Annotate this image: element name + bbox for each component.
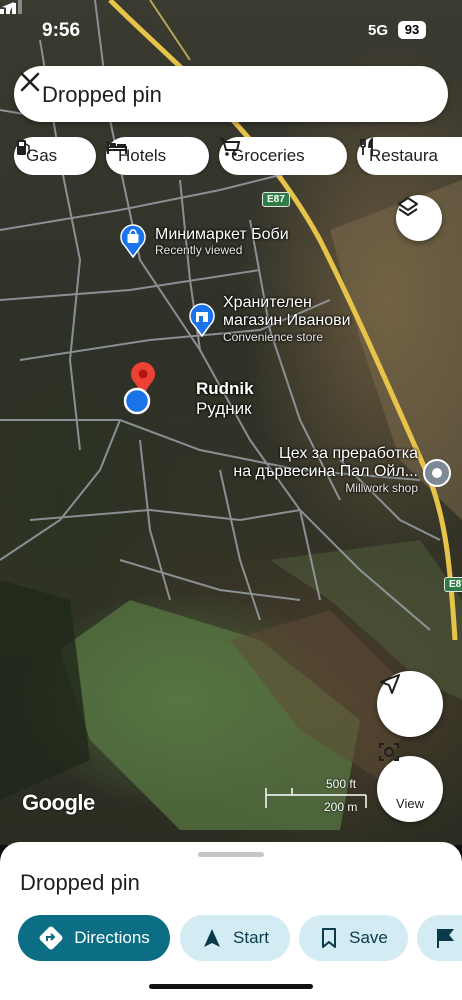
my-location-icon [123, 387, 151, 415]
town-label: Rudnik Рудник [196, 379, 254, 418]
cart-icon [220, 138, 241, 156]
road-shield: E87 [262, 192, 290, 207]
start-label: Start [233, 928, 269, 947]
road-shield: E87 [444, 577, 462, 592]
network-type: 5G [368, 22, 389, 39]
search-text[interactable]: Dropped pin [42, 82, 162, 108]
sheet-drag-handle[interactable] [198, 852, 264, 857]
save-button[interactable]: Save [299, 915, 408, 961]
chip-groceries[interactable]: Groceries [219, 137, 347, 175]
shopping-bag-icon[interactable] [119, 224, 147, 258]
directions-button[interactable]: Directions [18, 915, 170, 961]
poi-subtitle: Convenience store [223, 329, 324, 344]
town-name-cyrillic: Рудник [196, 398, 252, 418]
action-buttons: Directions Start Save [0, 915, 462, 961]
poi-subtitle: Recently viewed [155, 243, 243, 258]
gas-station-icon [17, 140, 31, 155]
signal-icon [0, 0, 22, 14]
fork-knife-icon [360, 137, 373, 155]
directions-icon [39, 926, 63, 950]
map-view[interactable]: 9:56 5G 93 Dropped pin Gas Hotels Grocer… [0, 0, 462, 845]
battery-indicator: 93 [398, 21, 426, 39]
poi-subtitle: Millwork shop [345, 480, 418, 495]
bottom-sheet[interactable]: Dropped pin Directions Start Save [0, 842, 462, 1000]
label-button[interactable] [417, 915, 462, 961]
close-icon[interactable] [14, 66, 46, 98]
layers-icon [398, 197, 418, 216]
view-label: View [396, 796, 424, 811]
poi-name: Хранителен [223, 294, 312, 311]
poi-label[interactable]: Цех за преработка на дървесина Пал Ойл..… [228, 445, 418, 496]
layers-button[interactable] [396, 195, 442, 241]
my-location-button[interactable] [377, 671, 443, 737]
chip-label: Groceries [231, 146, 305, 165]
chip-hotels[interactable]: Hotels [106, 137, 209, 175]
search-bar[interactable]: Dropped pin [14, 66, 448, 122]
pin-dot-icon[interactable] [422, 458, 452, 488]
scale-feet: 500 ft [326, 777, 357, 791]
camera-view-icon [379, 743, 399, 761]
bed-icon [107, 141, 127, 154]
status-bar: 9:56 5G 93 [0, 0, 462, 60]
view-button[interactable]: View [377, 743, 443, 822]
home-indicator [149, 984, 313, 989]
save-label: Save [349, 928, 388, 947]
bookmark-icon [322, 928, 337, 948]
category-chips: Gas Hotels Groceries Restaura [14, 137, 462, 175]
chip-restaurants[interactable]: Restaura [357, 137, 462, 175]
google-logo: Google [22, 790, 95, 815]
poi-label[interactable]: Минимаркет Боби Recently viewed [155, 226, 289, 258]
place-title: Dropped pin [20, 870, 140, 895]
chip-label: Restaura [369, 146, 438, 165]
poi-name: Цех за преработка [278, 445, 418, 462]
poi-name: Минимаркет Боби [155, 226, 289, 243]
directions-label: Directions [74, 928, 150, 947]
poi-name: магазин Иванови [223, 312, 351, 330]
navigation-arrow-icon [380, 674, 400, 694]
poi-label[interactable]: Хранителен магазин Иванови Convenience s… [223, 294, 351, 345]
poi-name: на дървесина Пал Ойл... [233, 463, 418, 481]
store-icon[interactable] [188, 303, 216, 337]
status-time: 9:56 [42, 20, 81, 41]
town-name-latin: Rudnik [196, 379, 254, 398]
scale-meters: 200 m [324, 800, 358, 814]
flag-icon [437, 929, 455, 948]
start-button[interactable]: Start [180, 915, 290, 961]
chip-gas[interactable]: Gas [14, 137, 96, 175]
navigation-arrow-icon [204, 929, 221, 947]
